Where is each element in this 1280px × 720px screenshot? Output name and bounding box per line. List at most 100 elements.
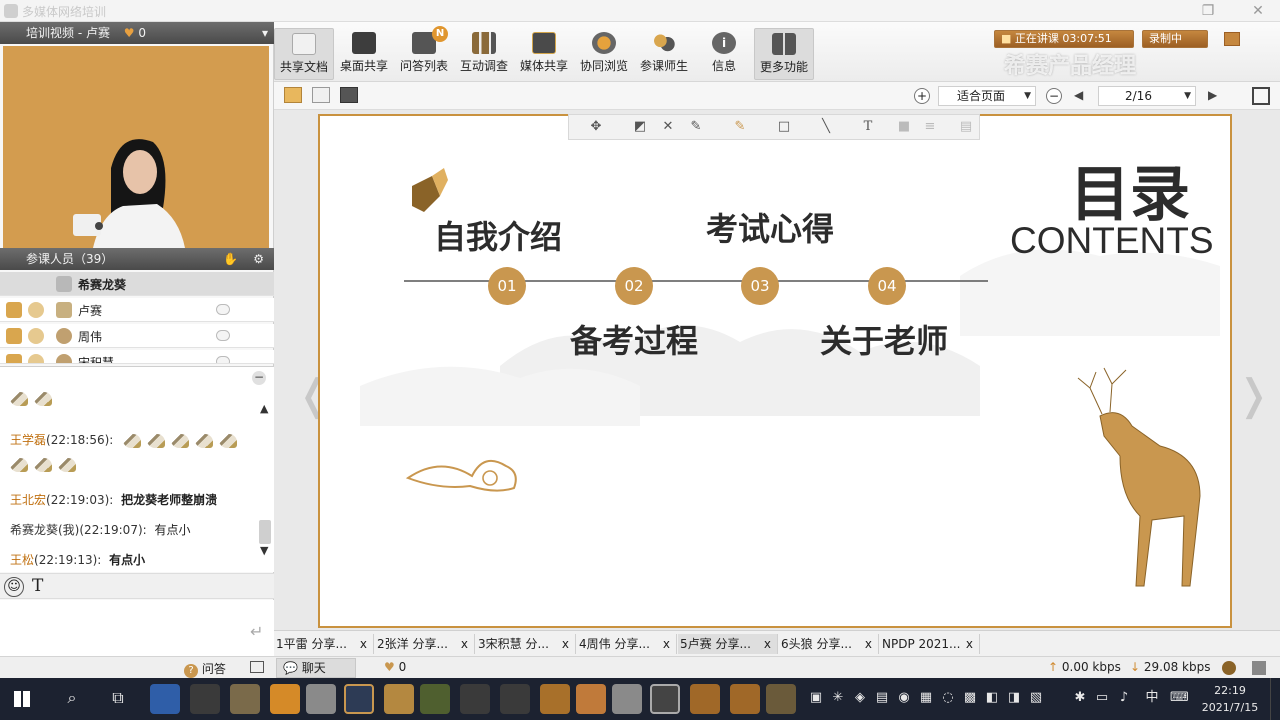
- pointer-icon[interactable]: ✥: [587, 119, 605, 135]
- close-tab-icon[interactable]: x: [865, 634, 872, 654]
- text-format-icon[interactable]: T: [32, 576, 43, 596]
- add-document-icon[interactable]: [312, 87, 330, 103]
- undo-icon[interactable]: ▤: [957, 119, 975, 135]
- collapse-icon[interactable]: −: [252, 371, 266, 385]
- close-tab-icon[interactable]: x: [360, 634, 367, 654]
- participant-row[interactable]: 希赛龙葵: [0, 272, 274, 296]
- app-icon[interactable]: [730, 684, 760, 714]
- participant-row[interactable]: 宋积慧: [0, 350, 274, 364]
- toolbar-media-share[interactable]: 媒体共享: [514, 28, 574, 80]
- app-icon[interactable]: [420, 684, 450, 714]
- app-icon[interactable]: [344, 684, 374, 714]
- toolbar-more[interactable]: 更多功能: [754, 28, 814, 80]
- line-width-icon[interactable]: ≡: [921, 119, 939, 135]
- shield-icon[interactable]: [460, 684, 490, 714]
- app-icon[interactable]: [576, 684, 606, 714]
- qa-button[interactable]: ? 问答: [184, 660, 226, 678]
- network-icon[interactable]: ▭: [1094, 690, 1110, 706]
- tray-icon[interactable]: ▧: [1028, 690, 1044, 706]
- fill-icon[interactable]: ■: [895, 119, 913, 135]
- zoom-select[interactable]: 适合页面 ▼: [938, 86, 1036, 106]
- clock[interactable]: 22:19 2021/7/15: [1200, 682, 1260, 716]
- doc-tab[interactable]: 3宋积慧 分... x: [476, 634, 576, 654]
- zoom-in-icon[interactable]: +: [914, 88, 930, 104]
- chat-bubble-icon[interactable]: [216, 304, 230, 315]
- toolbar-share-docs[interactable]: 共享文档: [274, 28, 334, 80]
- show-desktop-button[interactable]: [1270, 678, 1280, 720]
- panel-menu-icon[interactable]: ▾: [262, 22, 268, 44]
- tray-icon[interactable]: ◧: [984, 690, 1000, 706]
- hand-raise-icon[interactable]: ✋: [223, 248, 238, 270]
- restore-icon[interactable]: ❐: [1196, 2, 1220, 20]
- scroll-thumb[interactable]: [259, 520, 271, 544]
- doc-tab[interactable]: 4周伟 分享... x: [577, 634, 677, 654]
- zoom-out-icon[interactable]: −: [1046, 88, 1062, 104]
- scroll-up-icon[interactable]: ▲: [260, 402, 268, 415]
- keyboard-icon[interactable]: ⌨: [1170, 690, 1189, 706]
- flower-counter[interactable]: ♥ 0: [384, 660, 406, 674]
- minimize-chat-icon[interactable]: [250, 661, 264, 673]
- clear-icon[interactable]: ✕: [659, 119, 677, 135]
- close-tab-icon[interactable]: x: [966, 634, 973, 654]
- app-icon[interactable]: [690, 684, 720, 714]
- tray-icon[interactable]: ◉: [896, 690, 912, 706]
- toolbar-qa-list[interactable]: 问答列表 N: [394, 26, 454, 80]
- eraser-icon[interactable]: ◩: [631, 119, 649, 135]
- close-tab-icon[interactable]: x: [764, 634, 771, 654]
- participant-row[interactable]: 卢赛: [0, 298, 274, 322]
- fullscreen-icon[interactable]: [1252, 87, 1270, 105]
- toolbar-co-browse[interactable]: 协同浏览: [574, 28, 634, 80]
- send-icon[interactable]: ↵: [250, 622, 263, 641]
- close-tab-icon[interactable]: x: [461, 634, 468, 654]
- app-icon[interactable]: [650, 684, 680, 714]
- bluetooth-icon[interactable]: ✱: [1072, 690, 1088, 706]
- app-icon[interactable]: [270, 684, 300, 714]
- close-tab-icon[interactable]: x: [562, 634, 569, 654]
- chat-scrollbar[interactable]: ▲ ▼: [258, 392, 272, 558]
- doc-tab[interactable]: 1平雷 分享... x: [274, 634, 374, 654]
- pen-icon[interactable]: ✎: [687, 119, 705, 135]
- emoji-icon[interactable]: ☺: [4, 577, 24, 597]
- chat-bubble-icon[interactable]: [216, 356, 230, 363]
- app-icon[interactable]: [230, 684, 260, 714]
- app-icon[interactable]: [306, 684, 336, 714]
- close-tab-icon[interactable]: x: [663, 634, 670, 654]
- close-icon[interactable]: ✕: [1246, 2, 1270, 20]
- page-select[interactable]: 2/16 ▼: [1098, 86, 1196, 106]
- next-page-icon[interactable]: ▶: [1208, 88, 1217, 102]
- participant-row[interactable]: 周伟: [0, 324, 274, 348]
- tray-icon[interactable]: ◈: [852, 690, 868, 706]
- prev-page-icon[interactable]: ◀: [1074, 88, 1083, 102]
- menu-icon[interactable]: [1224, 32, 1240, 46]
- ie-browser-icon[interactable]: [150, 684, 180, 714]
- app-icon[interactable]: [612, 684, 642, 714]
- toolbar-info[interactable]: i 信息: [694, 28, 754, 80]
- tray-icon[interactable]: ▩: [962, 690, 978, 706]
- task-view-icon[interactable]: ⧉: [110, 690, 126, 706]
- resize-grip-icon[interactable]: [1252, 661, 1266, 675]
- scroll-down-icon[interactable]: ▼: [260, 544, 268, 557]
- line-icon[interactable]: ╲: [817, 119, 835, 135]
- folder-icon[interactable]: [384, 684, 414, 714]
- mic-permission-icon[interactable]: [28, 354, 44, 363]
- tray-icon[interactable]: ◨: [1006, 690, 1022, 706]
- tray-icon[interactable]: ▣: [808, 690, 824, 706]
- toolbar-desktop-share[interactable]: 桌面共享: [334, 28, 394, 80]
- tray-icon[interactable]: ▦: [918, 690, 934, 706]
- volume-icon[interactable]: ♪: [1116, 690, 1132, 706]
- tray-icon[interactable]: ✳: [830, 690, 846, 706]
- pen-permission-icon[interactable]: [6, 354, 22, 363]
- app-icon[interactable]: [500, 684, 530, 714]
- doc-tab[interactable]: 6头狼 分享... x: [779, 634, 879, 654]
- pen-permission-icon[interactable]: [6, 302, 22, 318]
- chat-tab[interactable]: 💬 聊天: [276, 658, 356, 678]
- doc-tab-active[interactable]: 5卢赛 分享... x: [678, 634, 778, 654]
- app-icon[interactable]: [190, 684, 220, 714]
- chat-input[interactable]: [4, 606, 232, 646]
- highlighter-icon[interactable]: ✎: [731, 119, 749, 135]
- app-icon[interactable]: [766, 684, 796, 714]
- pen-permission-icon[interactable]: [6, 328, 22, 344]
- text-tool-icon[interactable]: T: [859, 119, 877, 135]
- windows-start-icon[interactable]: [14, 691, 30, 707]
- toolbar-survey[interactable]: 互动调查: [454, 28, 514, 80]
